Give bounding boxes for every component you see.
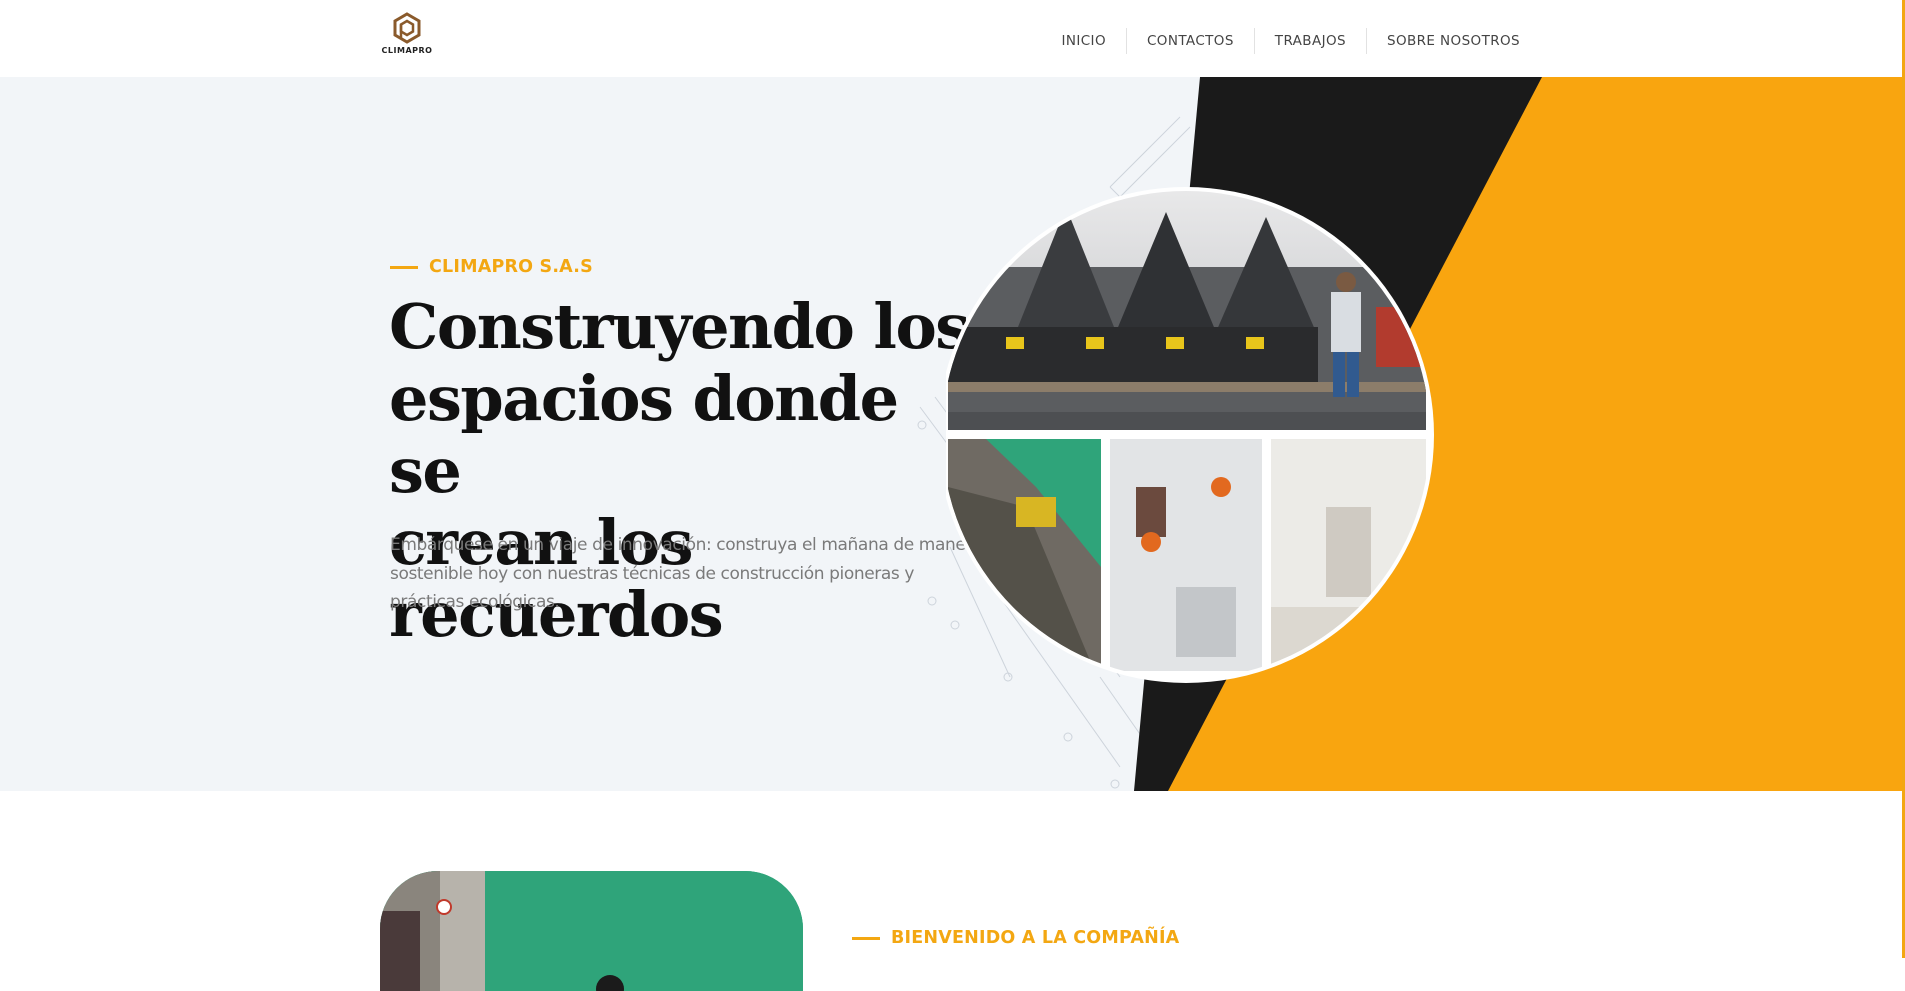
hero-description-line: Embárquese en un viaje de innovación: co… [390,535,983,555]
hexagon-logo-icon [393,12,421,44]
hero-description-line: prácticas ecológicas. [390,592,560,612]
hero-title-line: Construyendo los [389,290,970,363]
photo-interior [1271,439,1426,679]
about-photo [380,871,803,991]
about-eyebrow-text: BIENVENIDO A LA COMPAÑÍA [891,928,1180,948]
hero-eyebrow-text: CLIMAPRO S.A.S [429,257,593,277]
eyebrow-line [852,936,880,940]
photo-trench [948,439,1101,679]
brand-logo[interactable]: CLIMAPRO [380,12,434,58]
nav-trabajos[interactable]: TRABAJOS [1255,28,1366,54]
hero-eyebrow: CLIMAPRO S.A.S [390,257,593,277]
hero-section: CLIMAPRO S.A.S Construyendo los espacios… [0,77,1905,791]
nav-inicio[interactable]: INICIO [1041,28,1126,54]
nav-contactos[interactable]: CONTACTOS [1127,28,1254,54]
nav-sobre-nosotros[interactable]: SOBRE NOSOTROS [1367,28,1520,54]
main-nav: INICIO CONTACTOS TRABAJOS SOBRE NOSOTROS [1041,28,1520,54]
about-photo-graphic [380,871,803,991]
about-eyebrow: BIENVENIDO A LA COMPAÑÍA [852,928,1179,948]
photo-chillers [948,191,1426,430]
top-navbar: CLIMAPRO INICIO CONTACTOS TRABAJOS SOBRE… [0,0,1905,77]
hero-title-line: espacios donde se [389,362,899,507]
about-section: BIENVENIDO A LA COMPAÑÍA [0,791,1905,991]
hero-description-line: sostenible hoy con nuestras técnicas de … [390,563,915,584]
hero-description: Embárquese en un viaje de innovación: co… [390,531,990,617]
eyebrow-line [390,265,418,269]
brand-name: CLIMAPRO [381,46,433,55]
photo-workers [1110,439,1262,671]
hero-photo-collage [946,187,1434,683]
